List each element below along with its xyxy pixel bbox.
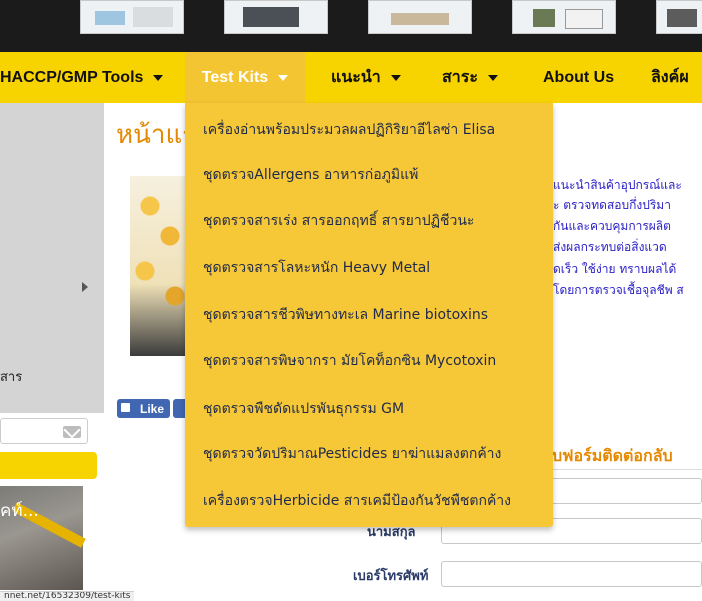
nav-item-articles[interactable]: สาระ [442, 52, 522, 103]
dropdown-item-accelerants-antibiotics[interactable]: ชุดตรวจสารเร่ง สารออกฤทธิ์ สารยาปฏิชีวนะ [203, 210, 474, 232]
nav-item-recommend[interactable]: แนะนำ [331, 52, 421, 103]
sidebar-yellow-bar [0, 452, 97, 479]
product-thumbnail[interactable] [224, 0, 328, 34]
nav-item-links[interactable]: ลิงค์ผ [651, 52, 702, 103]
body-text-line: ดเร็ว ใช้ง่าย ทราบผลได้ [553, 262, 677, 276]
body-text-line: โดยการตรวจเชื้อจุลชีพ ส [553, 283, 684, 297]
thumbs-up-icon [121, 403, 130, 412]
body-text-line: ส่งผลกระทบต่อสิ่งแวด [553, 240, 667, 254]
product-thumbnail[interactable] [368, 0, 472, 34]
chevron-down-icon [278, 74, 289, 81]
nav-item-label: About Us [543, 68, 615, 86]
body-text-line: ะ ตรวจทดสอบกึ่งปริมา [553, 198, 671, 212]
dropdown-item-pesticides[interactable]: ชุดตรวจวัดปริมาณPesticides ยาฆ่าแมลงตกค้… [203, 443, 501, 465]
body-text-line: แนะนำสินค้าอุปกรณ์และ [553, 178, 682, 192]
chevron-right-icon[interactable] [82, 282, 88, 292]
article-photo [130, 176, 190, 356]
phone-label: เบอร์โทรศัพท์ [353, 569, 429, 584]
contact-form-title: บฟอร์มติดต่อกลับ [552, 446, 673, 465]
body-text-line: กันและควบคุมการผลิต [553, 219, 671, 233]
facebook-like-button[interactable]: Like [117, 399, 170, 418]
chevron-down-icon [390, 74, 401, 81]
nav-item-label: Test Kits [201, 68, 269, 86]
sidebar-text: สาร [0, 370, 23, 385]
like-label: Like [139, 401, 164, 416]
main-nav: HACCP/GMP Tools Test Kits แนะนำ สาระ Abo… [0, 52, 702, 103]
dropdown-item-gm[interactable]: ชุดตรวจพืชดัดแปรพันธุกรรม GM [203, 398, 404, 420]
top-banner [0, 0, 702, 52]
chevron-down-icon [153, 74, 164, 81]
dropdown-item-heavy-metal[interactable]: ชุดตรวจสารโลหะหนัก Heavy Metal [203, 257, 430, 279]
form-divider [552, 469, 702, 470]
product-thumbnail[interactable] [80, 0, 184, 34]
chevron-down-icon [487, 74, 498, 81]
nav-item-about-us[interactable]: About Us [543, 52, 633, 103]
product-thumbnail[interactable] [512, 0, 616, 34]
dropdown-item-herbicide[interactable]: เครื่องตรวจHerbicide สารเคมีป้องกันวัชพื… [203, 490, 511, 512]
nav-item-haccp-gmp-tools[interactable]: HACCP/GMP Tools [0, 52, 175, 103]
test-kits-dropdown: เครื่องอ่านพร้อมประมวลผลปฏิกิริยาอีไลซ่า… [185, 103, 553, 527]
mail-icon[interactable] [63, 426, 81, 438]
nav-item-label: สาระ [442, 69, 478, 86]
sidebar-image-caption[interactable]: คท์... [0, 497, 39, 524]
nav-item-label: ลิงค์ผ [651, 69, 689, 86]
nav-item-test-kits[interactable]: Test Kits [185, 52, 305, 103]
nav-item-label: HACCP/GMP Tools [0, 68, 144, 86]
nav-item-label: แนะนำ [331, 69, 381, 86]
product-thumbnail[interactable] [656, 0, 702, 34]
dropdown-item-marine-biotoxins[interactable]: ชุดตรวจสารชีวพิษทางทะเล Marine biotoxins [203, 304, 488, 326]
phone-field[interactable] [441, 561, 702, 587]
dropdown-item-elisa-reader[interactable]: เครื่องอ่านพร้อมประมวลผลปฏิกิริยาอีไลซ่า… [203, 119, 495, 141]
dropdown-item-allergens[interactable]: ชุดตรวจAllergens อาหารก่อภูมิแพ้ [203, 164, 418, 186]
dropdown-item-mycotoxin[interactable]: ชุดตรวจสารพิษจากรา มัยโคท็อกซิน Mycotoxi… [203, 350, 496, 372]
